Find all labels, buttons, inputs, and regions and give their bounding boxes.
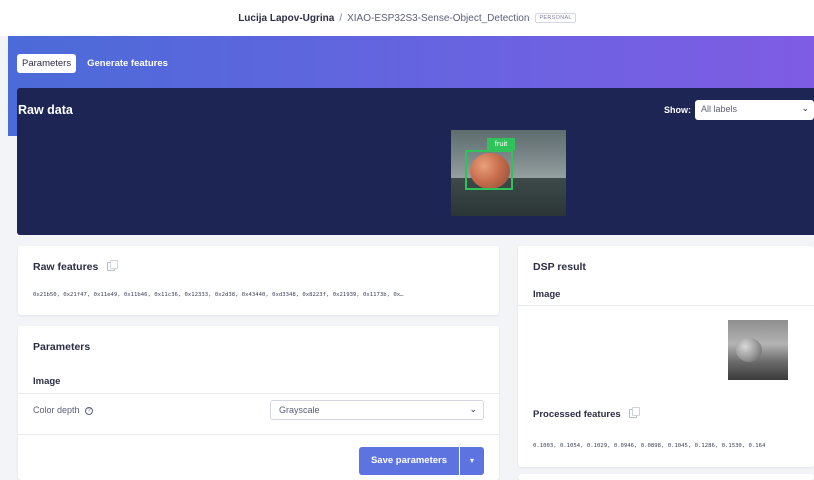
parameters-title: Parameters [33, 341, 91, 353]
raw-data-title: Raw data [18, 103, 73, 117]
color-depth-select[interactable]: Grayscale ⌄ [270, 400, 484, 420]
processed-grayscale-image [728, 320, 788, 380]
divider [518, 305, 814, 306]
divider [18, 393, 499, 394]
tab-generate-features[interactable]: Generate features [82, 54, 173, 73]
raw-features-values: 0x21b50, 0x21f47, 0x11e49, 0x11b46, 0x11… [33, 292, 404, 298]
bounding-box-label: fruit [487, 138, 515, 150]
tab-bar: Parameters Generate features [17, 54, 173, 73]
color-depth-label: Color depth ? [33, 405, 94, 416]
copy-icon[interactable] [107, 260, 119, 271]
dsp-image-label: Image [533, 289, 561, 300]
divider [18, 434, 499, 435]
label-filter-select[interactable]: All labels ⌄ [695, 100, 814, 120]
save-options-dropdown-button[interactable]: ▾ [460, 447, 484, 475]
color-depth-label-text: Color depth [33, 405, 80, 415]
show-filter-label: Show: [664, 105, 691, 115]
dsp-result-title: DSP result [533, 261, 586, 273]
project-visibility-badge: PERSONAL [535, 13, 576, 23]
chevron-down-icon: ⌄ [801, 103, 809, 113]
breadcrumb-owner[interactable]: Lucija Lapov-Ugrina [238, 13, 334, 24]
processed-features-values: 0.1003, 0.1054, 0.1029, 0.0946, 0.0898, … [533, 443, 766, 449]
processed-features-title: Processed features [533, 409, 621, 420]
parameters-section-image: Image [33, 376, 61, 387]
color-depth-value: Grayscale [279, 405, 320, 415]
chevron-down-icon: ⌄ [469, 404, 477, 414]
label-filter-value: All labels [701, 104, 738, 114]
raw-features-header: Raw features [33, 260, 119, 273]
help-icon[interactable]: ? [85, 407, 94, 415]
breadcrumb: Lucija Lapov-Ugrina / XIAO-ESP32S3-Sense… [0, 0, 814, 36]
save-parameters-button[interactable]: Save parameters [359, 447, 459, 475]
bounding-box [465, 150, 513, 190]
processed-features-header: Processed features [533, 407, 641, 420]
breadcrumb-separator: / [339, 12, 343, 24]
next-card-edge [518, 474, 814, 480]
breadcrumb-project[interactable]: XIAO-ESP32S3-Sense-Object_Detection [347, 13, 529, 24]
tab-parameters[interactable]: Parameters [17, 54, 77, 73]
copy-icon[interactable] [629, 407, 641, 418]
raw-features-title: Raw features [33, 261, 99, 273]
raw-features-card [18, 246, 499, 315]
